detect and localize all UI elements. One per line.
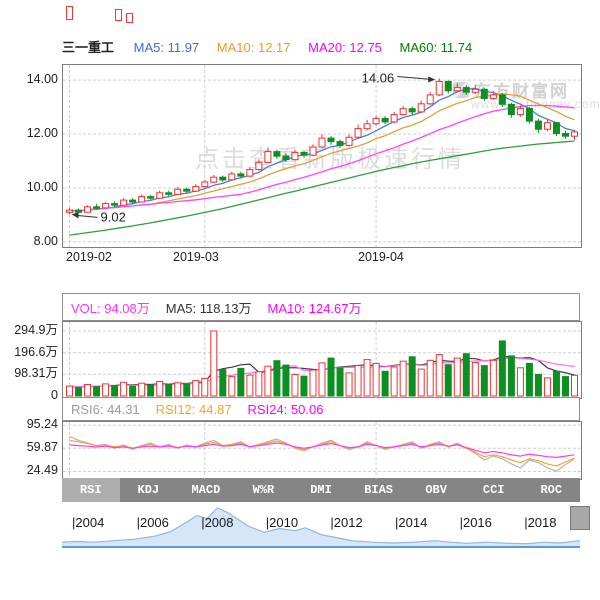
price-ytick: 12.00: [0, 125, 58, 141]
timeline-year-2004: |2004: [72, 515, 104, 530]
price-ytick: 8.00: [0, 233, 58, 249]
rsi-ytick: 95.24: [0, 416, 58, 432]
timeline-year-2014: |2014: [395, 515, 427, 530]
volume-chart: [63, 322, 581, 398]
timeline-year-2008: |2008: [201, 515, 233, 530]
rsi24-value: RSI24: 50.06: [248, 402, 324, 417]
vol-ma10-value: MA10: 124.67万: [268, 298, 362, 317]
ma20-legend: MA20: 12.75: [308, 40, 382, 55]
rsi12-value: RSI12: 44.87: [156, 402, 232, 417]
vol-value: VOL: 94.08万: [71, 298, 150, 317]
volume-legend: VOL: 94.08万 MA5: 118.13万 MA10: 124.67万: [62, 293, 580, 321]
main-chart-legend: 三一重工 MA5: 11.97 MA10: 12.17 MA20: 12.75 …: [62, 37, 582, 55]
timeline-minimap[interactable]: |2004 |2006 |2008 |2010 |2012 |2014 |2016 |2018: [62, 502, 580, 548]
volume-ytick: 0: [0, 387, 58, 403]
candlestick-panel: 东方财富网 www.eastmoney.com 点击查看新版极速行情 14.06…: [62, 64, 582, 248]
rsi-panel: [62, 421, 582, 480]
vol-ma5-value: MA5: 118.13万: [166, 298, 252, 317]
cropped-candle-fragment: [115, 9, 122, 21]
rsi-ytick: 59.87: [0, 439, 58, 455]
ma60-legend: MA60: 11.74: [399, 40, 472, 55]
timeline-year-2012: |2012: [330, 515, 362, 530]
tab-rsi[interactable]: RSI: [62, 478, 120, 502]
volume-panel: [62, 321, 582, 399]
candlestick-chart: 14.06 9.02: [63, 65, 581, 247]
tab-dmi[interactable]: DMI: [292, 478, 350, 502]
volume-ytick: 98.31万: [0, 365, 58, 381]
timeline-year-2006: |2006: [137, 515, 169, 530]
xtick-month: 2019-04: [358, 250, 404, 264]
volume-ytick: 294.9万: [0, 322, 58, 338]
rsi-legend: RSI6: 44.31 RSI12: 44.87 RSI24: 50.06: [62, 397, 580, 421]
ma5-legend: MA5: 11.97: [134, 40, 200, 55]
xtick-month: 2019-03: [173, 250, 219, 264]
timeline-year-2018: |2018: [524, 515, 556, 530]
cropped-candle-fragment: [66, 6, 73, 20]
ma10-legend: MA10: 12.17: [217, 40, 291, 55]
price-ytick: 10.00: [0, 179, 58, 195]
rsi6-value: RSI6: 44.31: [71, 402, 140, 417]
svg-text:9.02: 9.02: [101, 209, 126, 224]
rsi-ytick: 24.49: [0, 462, 58, 478]
price-ytick: 14.00: [0, 71, 58, 87]
stock-name: 三一重工: [62, 40, 114, 55]
tab-bias[interactable]: BIAS: [350, 478, 408, 502]
cropped-candle-fragment: [126, 13, 133, 23]
tab-wr[interactable]: W%R: [235, 478, 293, 502]
rsi-chart: [63, 422, 581, 479]
indicator-tabbar: RSIKDJMACDW%RDMIBIASOBVCCIROC: [62, 478, 580, 502]
tab-cci[interactable]: CCI: [465, 478, 523, 502]
xtick-month: 2019-02: [66, 250, 112, 264]
timeline-scroll-handle[interactable]: [570, 506, 590, 530]
timeline-year-2010: |2010: [266, 515, 298, 530]
timeline-year-2016: |2016: [460, 515, 492, 530]
stock-chart-app: 三一重工 MA5: 11.97 MA10: 12.17 MA20: 12.75 …: [0, 0, 600, 600]
tab-macd[interactable]: MACD: [177, 478, 235, 502]
svg-text:14.06: 14.06: [362, 70, 395, 85]
volume-ytick: 196.6万: [0, 344, 58, 360]
tab-obv[interactable]: OBV: [407, 478, 465, 502]
tab-kdj[interactable]: KDJ: [120, 478, 178, 502]
tab-roc[interactable]: ROC: [523, 478, 581, 502]
